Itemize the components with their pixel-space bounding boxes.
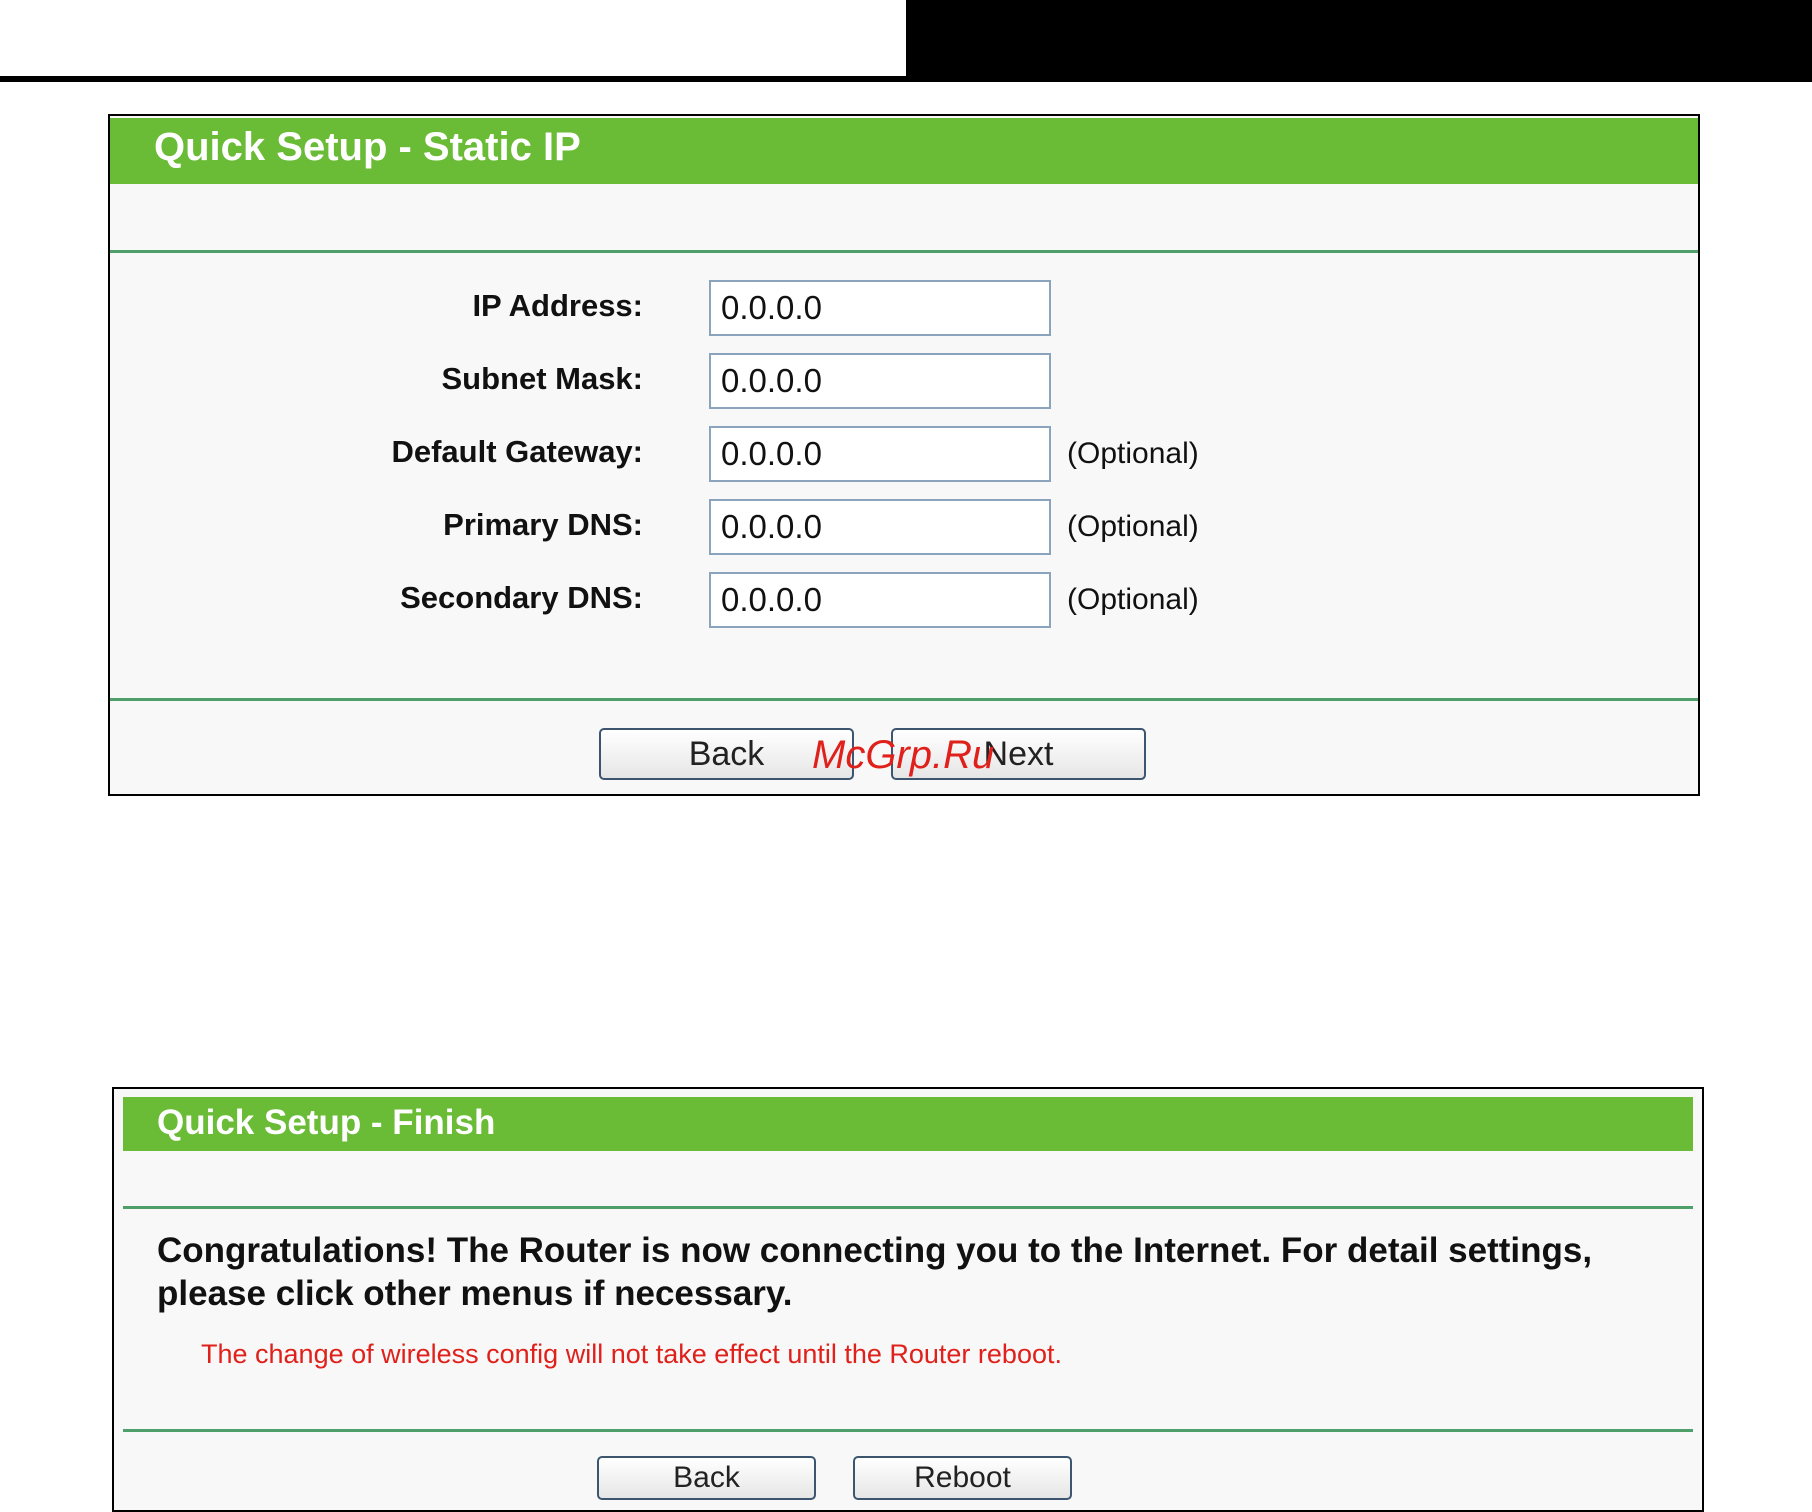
ip-address-label: IP Address: [472, 288, 643, 323]
finish-back-button[interactable]: Back [597, 1456, 816, 1500]
static-ip-panel-header: Quick Setup - Static IP [110, 118, 1698, 184]
static-ip-top-divider [110, 250, 1698, 253]
secondary-dns-label: Secondary DNS: [400, 580, 643, 615]
congratulations-message: Congratulations! The Router is now conne… [157, 1231, 1593, 1313]
static-ip-panel: Quick Setup - Static IP IP Address: Subn… [108, 114, 1700, 796]
reboot-button[interactable]: Reboot [853, 1456, 1072, 1500]
secondary-dns-input[interactable] [709, 572, 1051, 628]
static-ip-panel-title: Quick Setup - Static IP [154, 125, 581, 169]
finish-top-divider [123, 1206, 1693, 1209]
top-black-bar [906, 0, 1812, 76]
ip-address-input[interactable] [709, 280, 1051, 336]
default-gateway-input[interactable] [709, 426, 1051, 482]
subnet-mask-label: Subnet Mask: [441, 361, 643, 396]
finish-panel-title: Quick Setup - Finish [157, 1103, 496, 1142]
secondary-dns-optional-note: (Optional) [1067, 583, 1199, 616]
finish-panel: Quick Setup - Finish Congratulations! Th… [112, 1087, 1704, 1512]
watermark-text: McGrp.Ru [812, 733, 995, 777]
finish-panel-header: Quick Setup - Finish [123, 1097, 1693, 1151]
default-gateway-optional-note: (Optional) [1067, 437, 1199, 470]
default-gateway-label: Default Gateway: [391, 434, 643, 469]
static-ip-bottom-divider [110, 698, 1698, 701]
reboot-warning-note: The change of wireless config will not t… [201, 1339, 1062, 1369]
primary-dns-label: Primary DNS: [443, 507, 643, 542]
primary-dns-input[interactable] [709, 499, 1051, 555]
primary-dns-optional-note: (Optional) [1067, 510, 1199, 543]
subnet-mask-input[interactable] [709, 353, 1051, 409]
top-rule [0, 76, 1812, 82]
finish-bottom-divider [123, 1429, 1693, 1432]
